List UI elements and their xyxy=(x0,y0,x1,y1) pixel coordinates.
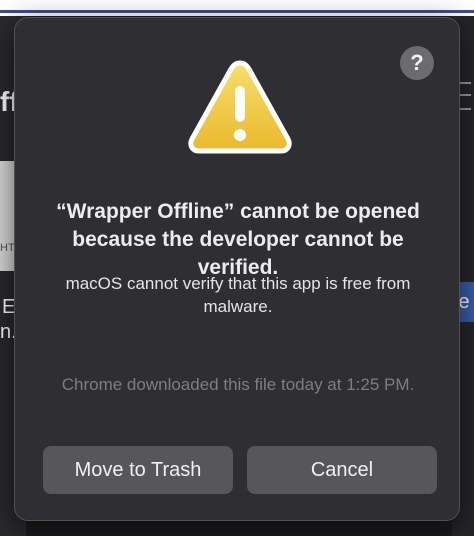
move-to-trash-button[interactable]: Move to Trash xyxy=(43,446,233,494)
security-alert-dialog: ? “Wrapper Offline” cannot be opened bec… xyxy=(14,17,460,521)
background-window-strip xyxy=(0,0,474,16)
cancel-button[interactable]: Cancel xyxy=(247,446,437,494)
dialog-message: macOS cannot verify that this app is fre… xyxy=(65,274,411,316)
menu-icon xyxy=(459,82,471,110)
background-panel xyxy=(0,161,14,271)
background-text-fragment: HT xyxy=(0,242,15,254)
warning-triangle-icon xyxy=(188,60,292,154)
dialog-title: “Wrapper Offline” cannot be opened becau… xyxy=(56,200,420,279)
help-button[interactable]: ? xyxy=(400,46,434,80)
download-note: Chrome downloaded this file today at 1:2… xyxy=(61,375,415,394)
